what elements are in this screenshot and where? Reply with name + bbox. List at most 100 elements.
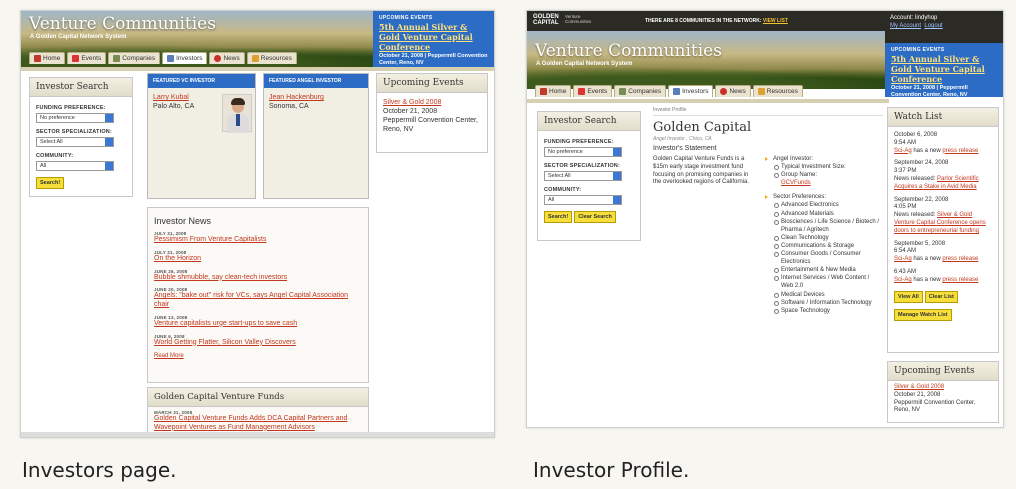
news-link[interactable]: Pessimism From Venture Capitalists: [154, 236, 362, 245]
my-account-link[interactable]: My Account: [890, 23, 921, 29]
funding-label: FUNDING PREFERENCE:: [544, 139, 614, 145]
group-link[interactable]: GCVFunds: [781, 180, 811, 186]
news-link[interactable]: Venture capitalists urge start-ups to sa…: [154, 320, 362, 329]
tab-label: Resources: [260, 55, 292, 62]
search-button[interactable]: Search!: [544, 211, 573, 223]
watch-entry: October 6, 2008 9:54 AM Sci-Ag has a new p…: [894, 132, 992, 155]
chart-icon: [167, 55, 175, 62]
investor-photo[interactable]: [222, 94, 252, 133]
site-subtitle: A Golden Capital Network System: [30, 34, 127, 40]
funding-preference-select[interactable]: No preference: [36, 113, 114, 123]
event-venue: Peppermill Convention Center, Reno, NV: [383, 117, 478, 134]
list-item: JUNE 6, 2008 World Getting Flatter, Silic…: [154, 334, 362, 348]
community-label: COMMUNITY:: [544, 187, 582, 193]
news-link[interactable]: Angels: "bake out" risk for VCs, says An…: [154, 292, 362, 310]
list-item: Biosciences / Life Science / Biotech / P…: [765, 218, 883, 234]
view-list-link[interactable]: VIEW LIST: [763, 18, 788, 24]
news-link[interactable]: On the Horizon: [154, 255, 362, 264]
investor-search-panel: Investor Search FUNDING PREFERENCE: No p…: [537, 111, 641, 241]
entry-date: September 22, 2008: [894, 196, 949, 203]
upcoming-event-banner[interactable]: UPCOMING EVENTS 5th Annual Silver & Gold…: [373, 11, 494, 67]
funding-preference-select[interactable]: No preference: [544, 147, 622, 157]
event-title-link[interactable]: 5th Annual Silver & Gold Venture Capital…: [379, 22, 490, 53]
event-link[interactable]: Silver & Gold 2008: [894, 384, 992, 392]
angel-investor-label: Angel Investor:: [765, 155, 883, 163]
funding-label: FUNDING PREFERENCE:: [36, 105, 106, 111]
entry-text: News released:: [894, 175, 936, 182]
news-link[interactable]: World Getting Flatter, Silicon Valley Di…: [154, 339, 362, 348]
press-release-link[interactable]: press release: [942, 256, 978, 262]
event-date: October 21, 2008 | Peppermill Convention…: [891, 84, 968, 98]
investor-meta: Angel Investor , Chico, CA: [653, 136, 712, 142]
tab-resources[interactable]: Resources: [752, 85, 803, 97]
tab-events[interactable]: Events: [67, 52, 107, 64]
entry-time: 6:54 AM: [894, 248, 917, 255]
right-caption: Investor Profile.: [533, 458, 690, 482]
tab-home[interactable]: Home: [535, 85, 572, 97]
tab-resources[interactable]: Resources: [246, 52, 297, 64]
tab-companies[interactable]: Companies: [614, 85, 667, 97]
news-icon: [720, 88, 728, 95]
list-item: Software / Information Technology: [765, 299, 883, 307]
main-nav-tabs: Home Events Companies Investors News Res…: [29, 52, 297, 64]
nav-divider: [527, 99, 889, 103]
news-link[interactable]: Golden Capital Venture Funds Adds DCA Ca…: [154, 415, 362, 433]
news-link[interactable]: Bubble shmubble, say clean-tech investor…: [154, 274, 362, 283]
site-title[interactable]: Venture Communities: [29, 14, 216, 34]
entry-time: 9:54 AM: [894, 139, 917, 146]
tab-investors[interactable]: Investors: [162, 52, 208, 64]
company-link[interactable]: Sci-Ag: [894, 148, 912, 154]
tab-events[interactable]: Events: [573, 85, 613, 97]
clear-search-button[interactable]: Clear Search: [574, 211, 616, 223]
press-release-link[interactable]: press release: [942, 148, 978, 154]
calendar-icon: [72, 55, 80, 62]
left-caption: Investors page.: [22, 458, 177, 482]
page-title: Golden Capital: [653, 120, 752, 135]
event-date: October 21, 2008: [894, 391, 941, 398]
upcoming-event-banner[interactable]: UPCOMING EVENTS 5th Annual Silver & Gold…: [885, 43, 1003, 98]
home-icon: [540, 88, 547, 95]
view-all-button[interactable]: View All: [894, 290, 923, 303]
panel-heading: Upcoming Events: [377, 74, 487, 93]
tab-news[interactable]: News: [715, 85, 751, 97]
tab-label: News: [729, 88, 746, 95]
read-more-link[interactable]: Read More: [154, 353, 362, 361]
featured-angel-panel: FEATURED ANGEL INVESTOR Jean Hackenburg …: [263, 73, 369, 199]
investor-details: Angel Investor: Typical Investment Size:…: [765, 155, 883, 315]
investor-name-link[interactable]: Jean Hackenburg: [269, 93, 363, 102]
tab-label: Investors: [176, 55, 203, 62]
tab-home[interactable]: Home: [29, 52, 66, 64]
community-select[interactable]: All: [36, 161, 114, 171]
tab-companies[interactable]: Companies: [108, 52, 161, 64]
event-date: October 21, 2008 | Peppermill Convention…: [379, 52, 488, 66]
press-release-link[interactable]: press release: [942, 277, 978, 283]
entry-text: has a new: [913, 256, 941, 263]
company-link[interactable]: Sci-Ag: [894, 277, 912, 283]
site-title[interactable]: Venture Communities: [535, 41, 722, 61]
watch-entry: September 5, 2008 6:54 AM Sci-Ag has a new…: [894, 241, 992, 264]
search-button[interactable]: Search!: [36, 177, 65, 189]
panel-heading: Golden Capital Venture Funds: [148, 388, 368, 407]
tab-investors[interactable]: Investors: [668, 85, 714, 97]
panel-heading: Investor Search: [538, 112, 640, 131]
panel-heading: Upcoming Events: [888, 362, 998, 381]
event-title-link[interactable]: 5th Annual Silver & Gold Venture Capital…: [891, 54, 999, 85]
logo-tagline: Venture Communities: [565, 14, 592, 24]
company-link[interactable]: Sci-Ag: [894, 256, 912, 262]
statement-text: Golden Capital Venture Funds is a $15m e…: [653, 156, 750, 186]
panel-heading: FEATURED VC INVESTOR: [148, 74, 255, 88]
event-link[interactable]: Silver & Gold 2008: [383, 98, 481, 107]
manage-watch-list-button[interactable]: Manage Watch List: [894, 308, 952, 321]
investor-profile-screenshot: GOLDEN CAPITAL Venture Communities THERE…: [526, 10, 1004, 428]
logout-link[interactable]: Logout: [924, 23, 942, 29]
community-select[interactable]: All: [544, 195, 622, 205]
entry-date: September 24, 2008: [894, 160, 949, 167]
tab-news[interactable]: News: [209, 52, 245, 64]
home-icon: [34, 55, 41, 62]
clear-list-button[interactable]: Clear List: [924, 290, 958, 303]
sector-select[interactable]: Select All: [544, 171, 622, 181]
investor-location: Sonoma, CA: [269, 103, 309, 111]
golden-capital-logo[interactable]: GOLDEN CAPITAL: [533, 14, 559, 27]
sector-select[interactable]: Select All: [36, 137, 114, 147]
community-label: COMMUNITY:: [36, 153, 74, 159]
